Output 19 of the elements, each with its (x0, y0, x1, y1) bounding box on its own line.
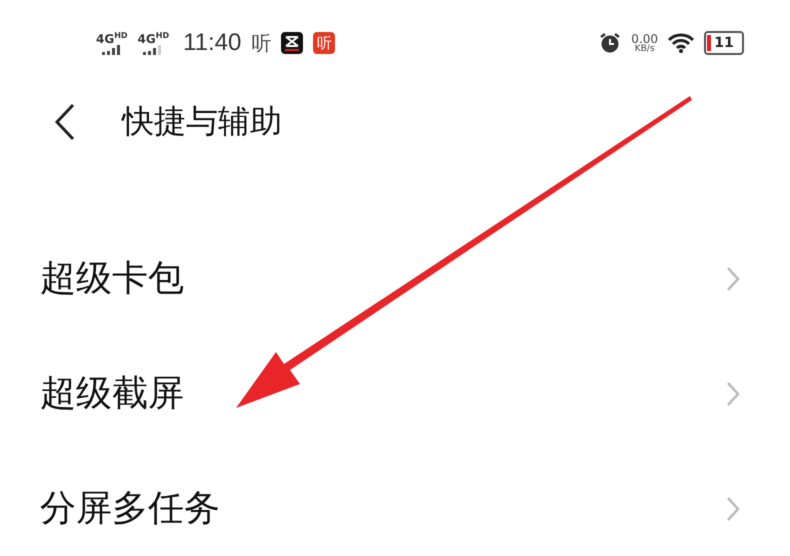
settings-item[interactable]: 超级卡包 (0, 221, 790, 336)
network-label: 4G$^{HD}$ (138, 32, 170, 44)
network-label: 4G$^{HD}$ (96, 32, 128, 44)
chevron-icon (726, 380, 740, 406)
chevron-icon (726, 496, 740, 522)
battery-percent: 11 (714, 35, 734, 51)
signal-icon (100, 44, 123, 54)
chevron-icon (726, 266, 740, 292)
page-title: 快捷与辅助 (122, 101, 282, 142)
wifi-icon (668, 33, 694, 53)
alarm-icon (599, 32, 622, 54)
notification-glyph: 听 (251, 30, 272, 56)
settings-item[interactable]: 分屏多任务 (0, 451, 790, 556)
speed-unit: KB/s (634, 44, 655, 54)
speed-value: 0.00 (631, 32, 658, 44)
app-badge: 听 (313, 32, 336, 54)
clock-time: 11:40 (183, 29, 242, 57)
settings-item[interactable]: 超级截屏 (0, 336, 790, 451)
app-icon (281, 32, 304, 54)
